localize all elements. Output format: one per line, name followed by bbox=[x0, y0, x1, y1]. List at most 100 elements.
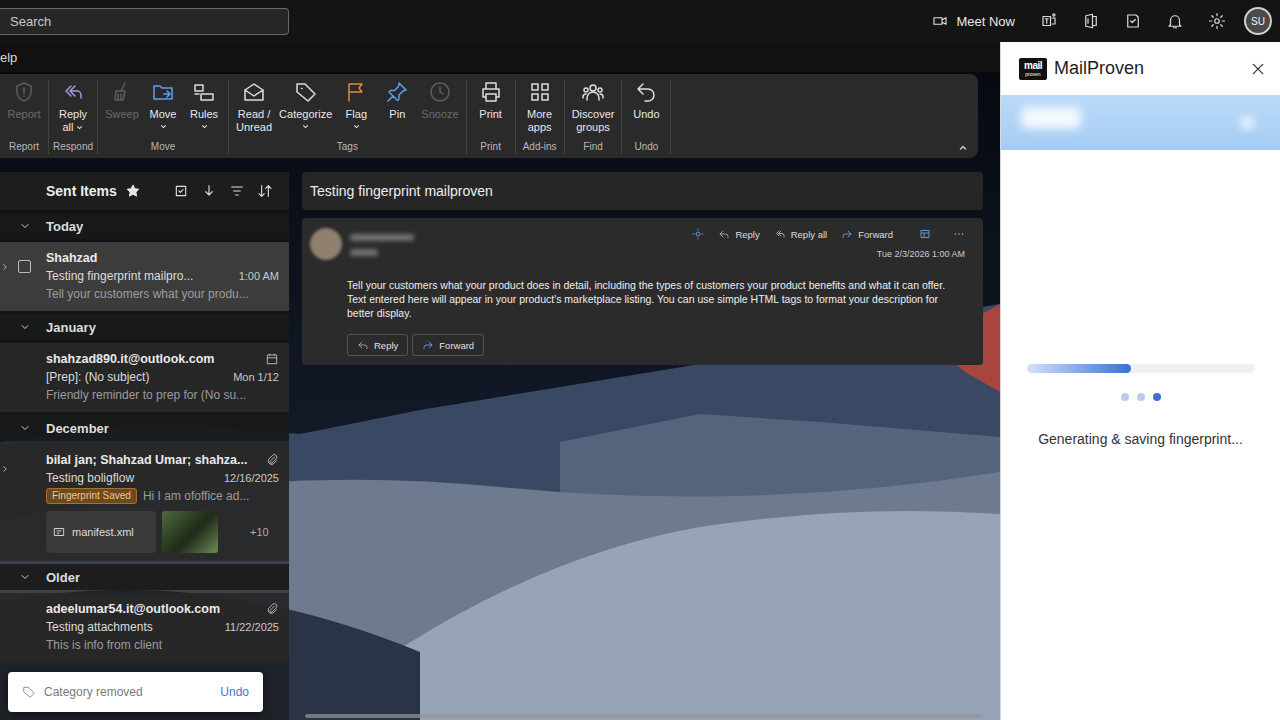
collapse-ribbon-icon[interactable] bbox=[957, 142, 969, 154]
message-button[interactable]: Reply bbox=[347, 334, 408, 356]
expand-conversation-icon[interactable] bbox=[0, 262, 10, 272]
forward-icon bbox=[422, 339, 434, 351]
bell-icon[interactable] bbox=[1166, 12, 1184, 30]
date-group-label: Today bbox=[46, 219, 83, 234]
ribbon-group: Moreapps Add-ins bbox=[516, 80, 565, 154]
select-checkbox[interactable] bbox=[18, 260, 31, 273]
ribbon-group-label: Find bbox=[583, 141, 602, 154]
ribbon-button[interactable]: Replyall bbox=[53, 80, 93, 134]
message-action-label: Reply all bbox=[791, 229, 827, 240]
ribbon-group: Print Print bbox=[467, 80, 516, 154]
ribbon-group-label: Add-ins bbox=[523, 141, 557, 154]
message-action[interactable]: Forward bbox=[841, 228, 893, 240]
message-subject: Testing fingerprint mailpro... bbox=[46, 267, 193, 285]
message-item[interactable]: adeelumar54.it@outlook.comTesting attach… bbox=[0, 593, 289, 662]
ribbon-button[interactable]: Discovergroups bbox=[569, 80, 618, 134]
ribbon-group: Discovergroups Find bbox=[565, 80, 623, 154]
message-preview: Hi I am ofoffice ad... bbox=[143, 487, 250, 505]
message-item[interactable]: bilal jan; Shahzad Umar; shahza...Testin… bbox=[0, 444, 289, 561]
message-button[interactable]: Forward bbox=[412, 334, 484, 356]
date-group-header[interactable]: Older bbox=[0, 564, 289, 590]
date-group-header[interactable]: December bbox=[0, 415, 289, 441]
message-sender: Shahzad bbox=[46, 249, 97, 267]
more-options-icon[interactable] bbox=[953, 228, 965, 240]
ribbon-button[interactable]: Move bbox=[143, 80, 183, 131]
top-bar: Search Meet Now SU bbox=[0, 0, 1280, 42]
message-item[interactable]: shahzad890.it@outlook.com[Prep]: (No sub… bbox=[0, 343, 289, 412]
message-date: Mon 1/12 bbox=[233, 368, 279, 386]
ribbon-button[interactable]: Rules bbox=[184, 80, 224, 131]
ribbon-button[interactable]: Moreapps bbox=[520, 80, 560, 134]
tag-icon bbox=[294, 80, 318, 104]
mail-workspace: elpReportReportReplyallRespondSweepMoveR… bbox=[0, 42, 1000, 720]
ribbon-group: Read /UnreadCategorizeFlagPinSnoozeTags bbox=[229, 80, 467, 154]
office-icon[interactable] bbox=[1082, 12, 1100, 30]
ribbon-button-label: Reply bbox=[59, 108, 87, 121]
favorite-star-icon[interactable] bbox=[125, 183, 141, 199]
status-text: Generating & saving fingerprint... bbox=[1038, 431, 1243, 447]
undo-icon bbox=[634, 80, 658, 104]
message-action-label: Reply bbox=[735, 229, 759, 240]
date-group-header[interactable]: Today bbox=[0, 213, 289, 239]
reply-all-icon bbox=[61, 80, 85, 104]
theme-sun-icon[interactable] bbox=[692, 228, 704, 240]
outlook-window: SearchMeet NowSUelpReportReportReplyallR… bbox=[0, 0, 1280, 720]
select-icon[interactable] bbox=[173, 183, 189, 199]
ribbon-button-label: Unread bbox=[236, 121, 272, 134]
search-box[interactable]: Search bbox=[0, 8, 289, 35]
gear-icon[interactable] bbox=[1208, 12, 1226, 30]
video-camera-icon bbox=[932, 13, 948, 29]
horizontal-scrollbar[interactable] bbox=[305, 714, 983, 718]
message-action[interactable]: Reply bbox=[718, 228, 759, 240]
message-button-label: Reply bbox=[374, 340, 398, 351]
message-subject: Testing attachments bbox=[46, 618, 153, 636]
reply-icon bbox=[357, 339, 369, 351]
ribbon-button[interactable]: Flag bbox=[336, 80, 376, 134]
ribbon-button-label: Flag bbox=[346, 108, 367, 121]
expand-conversation-icon[interactable] bbox=[0, 464, 10, 474]
category-tag[interactable]: Fingerprint Saved bbox=[46, 488, 137, 504]
ribbon-group-label: Print bbox=[480, 141, 501, 154]
ribbon-button[interactable]: Pin bbox=[377, 80, 417, 134]
close-icon[interactable] bbox=[1250, 61, 1266, 77]
immersive-reader-icon[interactable] bbox=[919, 228, 931, 240]
ribbon-button[interactable]: Undo bbox=[626, 80, 666, 121]
addin-banner bbox=[1001, 95, 1280, 150]
message-preview: Friendly reminder to prep for (No su... bbox=[46, 386, 246, 404]
filter-icon[interactable] bbox=[229, 183, 245, 199]
ribbon-button-label: Categorize bbox=[279, 108, 332, 121]
teams-icon[interactable] bbox=[1040, 12, 1058, 30]
meet-now-button[interactable]: Meet Now bbox=[932, 13, 1015, 29]
message-card: ReplyReply allForwardTue 2/3/2026 1:00 A… bbox=[302, 218, 983, 365]
user-avatar[interactable]: SU bbox=[1244, 7, 1272, 35]
ribbon-button: Report bbox=[4, 80, 44, 121]
toast-undo-button[interactable]: Undo bbox=[220, 685, 249, 699]
rules-icon bbox=[192, 80, 216, 104]
apps-grid-icon bbox=[528, 80, 552, 104]
message-action[interactable]: Reply all bbox=[774, 228, 827, 240]
dropdown-chevron-icon bbox=[352, 122, 361, 131]
sort-icon[interactable] bbox=[257, 183, 273, 199]
more-attachments-count[interactable]: +10 bbox=[250, 526, 269, 538]
toast-message: Category removed bbox=[44, 685, 143, 699]
tag-icon bbox=[22, 685, 36, 699]
reading-pane: Testing fingerprint mailprovenReplyReply… bbox=[302, 172, 983, 720]
ribbon-button[interactable]: Categorize bbox=[276, 80, 335, 134]
ribbon-button[interactable]: Print bbox=[471, 80, 511, 121]
dropdown-chevron-icon bbox=[301, 122, 310, 131]
file-icon bbox=[52, 525, 66, 539]
date-group-header[interactable]: January bbox=[0, 314, 289, 340]
mailproven-logo: mailproven bbox=[1019, 58, 1047, 80]
ribbon-button-label: Discover bbox=[572, 108, 615, 121]
groups-icon bbox=[581, 80, 605, 104]
message-subject: [Prep]: (No subject) bbox=[46, 368, 149, 386]
attachment-chip[interactable]: manifest.xml bbox=[46, 511, 156, 553]
ribbon-button[interactable]: Read /Unread bbox=[233, 80, 275, 134]
notes-icon[interactable] bbox=[1124, 12, 1142, 30]
ribbon-tab[interactable]: elp bbox=[0, 50, 17, 65]
attachment-thumbnail[interactable] bbox=[162, 511, 218, 553]
dropdown-chevron-icon bbox=[159, 122, 168, 131]
date-group-label: Older bbox=[46, 570, 80, 585]
message-item[interactable]: ShahzadTesting fingerprint mailpro...1:0… bbox=[0, 242, 289, 311]
jump-down-icon[interactable] bbox=[201, 183, 217, 199]
